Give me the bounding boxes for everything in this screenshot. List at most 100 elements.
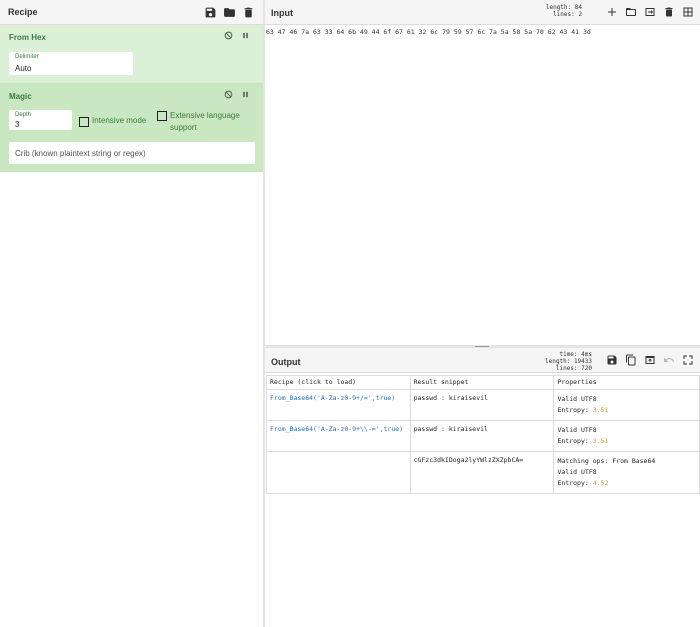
time-value: 4ms — [581, 351, 592, 358]
maximize-icon — [683, 355, 693, 365]
operation-title: Magic — [9, 92, 32, 101]
pause-operation-button[interactable] — [241, 31, 250, 40]
lines-value: 720 — [581, 365, 592, 372]
maximize-output-button[interactable] — [682, 354, 694, 366]
checkbox-box[interactable] — [157, 111, 167, 121]
reset-layout-button[interactable] — [682, 6, 694, 18]
delimiter-value: Auto — [15, 64, 32, 73]
result-snippet: passwd : kiraisevil — [409, 389, 555, 421]
properties-cell: Matching ops: From Base64 Valid UTF8 Ent… — [553, 451, 700, 494]
entropy-label: Entropy: — [557, 479, 589, 487]
entropy-value: 3.51 — [592, 406, 609, 414]
property-line: Valid UTF8 — [557, 426, 597, 434]
column-header: Properties — [553, 375, 700, 390]
column-header: Recipe (click to load) — [266, 375, 411, 390]
recipe-header: Recipe — [0, 0, 263, 25]
clear-recipe-button[interactable] — [242, 6, 255, 19]
save-icon — [205, 7, 216, 17]
divider-grip[interactable] — [475, 346, 489, 347]
pause-icon — [243, 32, 248, 39]
replace-input-icon — [645, 356, 655, 364]
recipe-link[interactable]: From_Base64('A-Za-z0-9+/=',true) — [266, 389, 411, 421]
output-panel: Output time: 4ms length: 19433 lines: 72… — [265, 348, 700, 627]
input-title: Input — [271, 8, 293, 18]
entropy-line: Entropy: 3.51 — [557, 436, 696, 447]
extensive-language-checkbox[interactable]: Extensive language support — [157, 110, 257, 134]
crib-placeholder: Crib (known plaintext string or regex) — [15, 149, 146, 158]
disable-operation-button[interactable] — [224, 90, 233, 99]
delimiter-field[interactable]: Delimiter Auto — [9, 52, 133, 75]
input-textarea[interactable]: 63 47 46 7a 63 33 64 6b 49 44 6f 67 61 3… — [265, 25, 700, 39]
undo-button[interactable] — [663, 354, 675, 366]
cyberchef-app: Recipe From Hex Magic Delimiter Auto Dep… — [0, 0, 700, 627]
copy-icon — [626, 354, 636, 366]
save-icon — [607, 355, 617, 365]
load-file-button[interactable] — [644, 6, 656, 18]
recipe-panel: Recipe From Hex Magic Delimiter Auto Dep… — [0, 0, 263, 627]
output-stats: time: 4ms length: 19433 lines: 720 — [545, 351, 592, 372]
lines-label: lines: — [555, 365, 578, 372]
entropy-line: Entropy: 4.52 — [557, 478, 696, 489]
swap-icon — [645, 8, 655, 16]
input-panel: Input length: 84 lines: 2 63 47 46 7a 63… — [265, 0, 700, 345]
entropy-label: Entropy: — [557, 406, 589, 414]
extensive-language-label: Extensive language support — [170, 111, 240, 132]
add-input-button[interactable] — [606, 6, 618, 18]
grid-icon — [683, 7, 693, 17]
input-stats: length: 84 lines: 2 — [546, 4, 582, 18]
trash-icon — [665, 7, 673, 17]
save-recipe-button[interactable] — [204, 6, 217, 19]
output-title: Output — [271, 357, 301, 367]
entropy-value: 4.52 — [592, 479, 609, 487]
undo-icon — [664, 357, 675, 362]
output-header: Output time: 4ms length: 19433 lines: 72… — [265, 348, 700, 373]
open-folder-icon — [626, 8, 636, 16]
crib-input[interactable]: Crib (known plaintext string or regex) — [9, 142, 255, 164]
delimiter-label: Delimiter — [15, 54, 39, 60]
input-header: Input length: 84 lines: 2 — [265, 0, 700, 25]
disable-icon — [224, 31, 233, 40]
disable-operation-button[interactable] — [224, 31, 233, 40]
disable-icon — [224, 90, 233, 99]
table-row: From_Base64('A-Za-z0-9+\\-=',true) passw… — [266, 420, 700, 452]
depth-label: Depth — [15, 112, 32, 118]
column-header: Result snippet — [409, 375, 555, 390]
save-output-button[interactable] — [606, 354, 618, 366]
plus-icon — [608, 8, 616, 16]
lines-value: 2 — [578, 11, 582, 18]
depth-field[interactable]: Depth 3 — [9, 110, 72, 130]
recipe-title: Recipe — [8, 7, 38, 17]
length-label: length: — [545, 4, 572, 11]
time-label: time: — [559, 351, 578, 358]
operation-title: From Hex — [9, 33, 46, 42]
table-row: From_Base64('A-Za-z0-9+/=',true) passwd … — [266, 389, 700, 421]
property-line: Valid UTF8 — [557, 395, 597, 403]
load-recipe-button[interactable] — [223, 6, 236, 19]
pause-icon — [243, 91, 248, 98]
recipe-link[interactable]: From_Base64('A-Za-z0-9+\\-=',true) — [266, 420, 411, 452]
table-row: cGFzc3dkIDoga2lyYWlzZXZpbCA= Matching op… — [266, 451, 700, 494]
open-file-button[interactable] — [625, 6, 637, 18]
recipe-link[interactable] — [266, 451, 411, 494]
replace-input-button[interactable] — [644, 354, 656, 366]
table-header-row: Recipe (click to load) Result snippet Pr… — [266, 375, 700, 390]
trash-icon — [244, 7, 253, 17]
depth-value: 3 — [15, 120, 20, 129]
magic-results-table: Recipe (click to load) Result snippet Pr… — [266, 375, 700, 494]
intensive-mode-label: Intensive mode — [92, 116, 147, 125]
copy-output-button[interactable] — [625, 354, 637, 366]
properties-cell: Valid UTF8 Entropy: 3.51 — [553, 420, 700, 452]
intensive-mode-checkbox[interactable]: Intensive mode — [79, 116, 146, 127]
property-line: Matching ops: From Base64 — [557, 457, 656, 465]
lines-label: lines: — [553, 11, 575, 18]
checkbox-box[interactable] — [79, 117, 89, 127]
properties-cell: Valid UTF8 Entropy: 3.51 — [553, 389, 700, 421]
entropy-line: Entropy: 3.51 — [557, 405, 696, 416]
property-line: Valid UTF8 — [557, 468, 597, 476]
result-snippet: cGFzc3dkIDoga2lyYWlzZXZpbCA= — [409, 451, 555, 494]
length-label: length: — [545, 358, 571, 365]
pause-operation-button[interactable] — [241, 90, 250, 99]
clear-input-button[interactable] — [663, 6, 675, 18]
result-snippet: passwd : kiraisevil — [409, 420, 555, 452]
length-value: 19433 — [573, 358, 592, 365]
